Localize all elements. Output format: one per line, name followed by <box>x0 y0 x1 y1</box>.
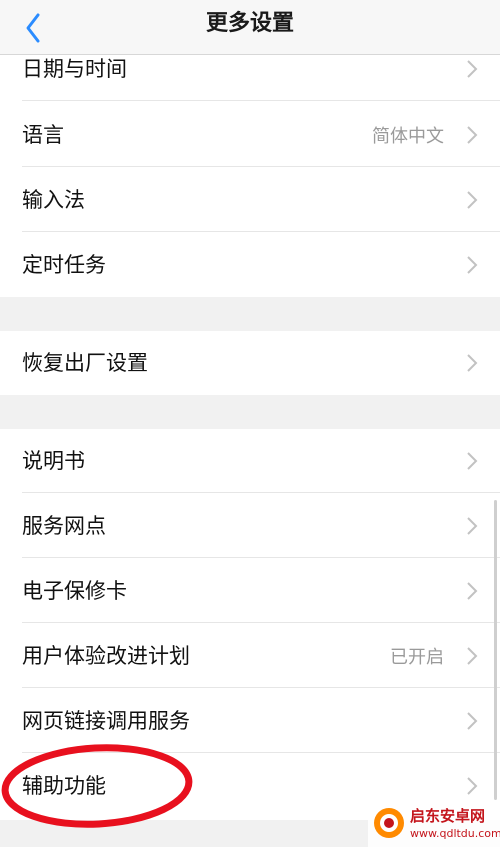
settings-row-web-link-service[interactable]: 网页链接调用服务 <box>0 689 500 753</box>
chevron-right-icon <box>467 452 478 470</box>
chevron-right-icon <box>467 126 478 144</box>
row-divider <box>22 687 500 688</box>
chevron-right-icon <box>467 712 478 730</box>
row-label: 网页链接调用服务 <box>22 709 190 733</box>
row-value: 简体中文 <box>372 126 444 147</box>
row-label: 定时任务 <box>22 253 106 277</box>
chevron-right-icon <box>467 354 478 372</box>
row-divider <box>22 231 500 232</box>
chevron-right-icon <box>467 647 478 665</box>
watermark-logo-icon <box>374 808 404 838</box>
chevron-right-icon <box>467 517 478 535</box>
settings-row-user-experience-program[interactable]: 用户体验改进计划 已开启 <box>0 624 500 688</box>
chevron-right-icon <box>467 256 478 274</box>
chevron-right-icon <box>467 191 478 209</box>
row-label: 服务网点 <box>22 514 106 538</box>
row-divider <box>22 557 500 558</box>
row-divider <box>22 492 500 493</box>
watermark-url: www.qdltdu.com <box>410 827 500 840</box>
row-divider <box>22 166 500 167</box>
row-label: 语言 <box>22 123 64 147</box>
settings-row-service-outlets[interactable]: 服务网点 <box>0 494 500 558</box>
watermark: 启东安卓网 www.qdltdu.com <box>368 800 500 847</box>
settings-group-3: 说明书 服务网点 电子保修卡 用户体验改进计划 已开启 网页链接调用服务 辅助功… <box>0 429 500 820</box>
row-label: 日期与时间 <box>22 57 127 81</box>
page-title: 更多设置 <box>205 11 294 36</box>
chevron-right-icon <box>467 582 478 600</box>
chevron-right-icon <box>467 60 478 78</box>
row-label: 用户体验改进计划 <box>22 644 190 668</box>
row-divider <box>22 752 500 753</box>
scrollbar-thumb[interactable] <box>494 500 497 800</box>
settings-row-date-time[interactable]: 日期与时间 <box>0 37 500 101</box>
row-label: 恢复出厂设置 <box>22 351 148 375</box>
row-label: 辅助功能 <box>22 774 106 798</box>
settings-row-scheduled-tasks[interactable]: 定时任务 <box>0 233 500 297</box>
row-label: 电子保修卡 <box>22 579 127 603</box>
settings-row-factory-reset[interactable]: 恢复出厂设置 <box>0 331 500 395</box>
chevron-right-icon <box>467 777 478 795</box>
watermark-name: 启东安卓网 <box>410 807 486 825</box>
settings-row-e-warranty-card[interactable]: 电子保修卡 <box>0 559 500 623</box>
settings-row-input-method[interactable]: 输入法 <box>0 168 500 232</box>
row-divider <box>22 100 500 101</box>
row-value: 已开启 <box>390 647 444 668</box>
settings-group-1: 日期与时间 语言 简体中文 输入法 定时任务 <box>0 55 500 297</box>
row-label: 输入法 <box>22 188 85 212</box>
settings-row-manual[interactable]: 说明书 <box>0 429 500 493</box>
settings-row-language[interactable]: 语言 简体中文 <box>0 103 500 167</box>
settings-group-2: 恢复出厂设置 <box>0 331 500 395</box>
row-label: 说明书 <box>22 449 85 473</box>
row-divider <box>22 622 500 623</box>
